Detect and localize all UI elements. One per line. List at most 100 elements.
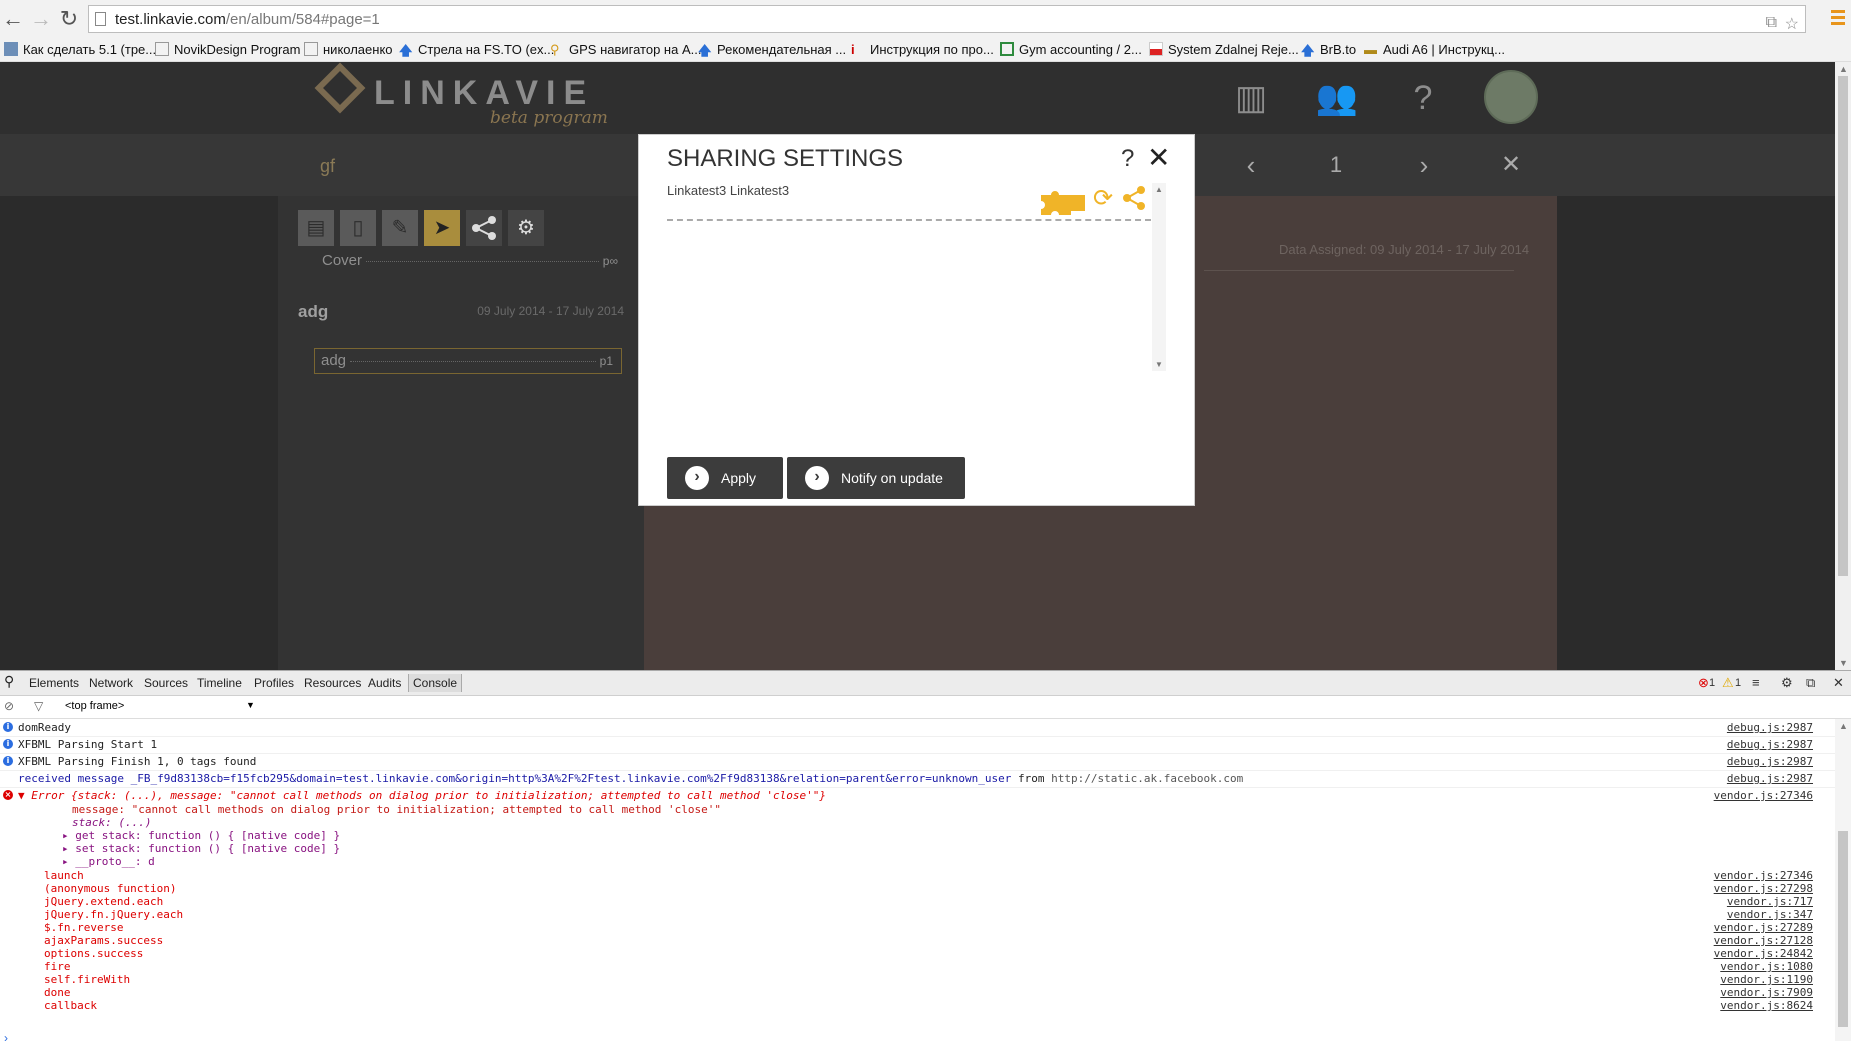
bookmark-item[interactable]: NovikDesign Program [155, 40, 300, 58]
bookmark-item[interactable]: Как сделать 5.1 (тре... [4, 40, 156, 58]
toc-cover-row[interactable]: Cover p∞ [322, 252, 618, 269]
notify-on-update-button[interactable]: › Notify on update [787, 457, 965, 499]
bookmark-item[interactable]: николаенко [304, 40, 393, 58]
frame-select[interactable]: <top frame> [65, 700, 124, 712]
clear-console-icon[interactable]: ⊘ [4, 699, 14, 713]
chevron-right-icon: › [685, 466, 709, 490]
trace-function: jQuery.fn.jQuery.each [44, 908, 184, 921]
error-row[interactable]: × ▼ Error {stack: (...), message: "canno… [0, 787, 1835, 802]
scroll-up-icon[interactable]: ▲ [1839, 721, 1848, 731]
tab-elements[interactable]: Elements [29, 676, 79, 690]
search-icon[interactable]: ⚲ [4, 673, 14, 690]
page-scrollbar[interactable]: ▲ ▼ [1835, 62, 1851, 670]
bookmark-item[interactable]: Gym accounting / 2... [1000, 40, 1142, 58]
trace-source-link[interactable]: vendor.js:8624 [1720, 999, 1813, 1012]
tab-resources[interactable]: Resources [304, 676, 361, 690]
forward-arrow-icon[interactable]: → [28, 6, 54, 32]
trace-source-link[interactable]: vendor.js:717 [1727, 895, 1813, 908]
bookmark-item[interactable]: 🡅 Рекомендательная ... [698, 40, 846, 59]
scroll-up-icon[interactable]: ▲ [1155, 185, 1163, 194]
trace-source-link[interactable]: vendor.js:27298 [1714, 882, 1813, 895]
set-stack-prop[interactable]: ▸ set stack: function () { [native code]… [62, 842, 340, 855]
prev-page-chevron-icon[interactable]: ‹ [1216, 140, 1286, 190]
log-source-link[interactable]: debug.js:2987 [1727, 755, 1813, 768]
bookmark-item[interactable]: 🡅 BrB.to [1301, 40, 1356, 59]
log-source-link[interactable]: vendor.js:27346 [1714, 789, 1813, 802]
share-tool-icon[interactable] [466, 210, 502, 246]
bookmark-item[interactable]: ⚲ GPS навигатор на A... [550, 40, 701, 58]
new-page-icon[interactable]: ▯ [340, 210, 376, 246]
trace-source-link[interactable]: vendor.js:27289 [1714, 921, 1813, 934]
trace-source-link[interactable]: vendor.js:1080 [1720, 960, 1813, 973]
tab-sources[interactable]: Sources [144, 676, 188, 690]
toc-section-title[interactable]: adg [298, 302, 328, 322]
scroll-down-icon[interactable]: ▼ [1155, 360, 1163, 369]
share-icon[interactable] [1121, 185, 1147, 211]
help-icon[interactable]: ? [1397, 72, 1449, 124]
drawer-icon[interactable]: ≡ [1752, 675, 1760, 690]
proto-prop[interactable]: ▸ __proto__: d [62, 855, 155, 868]
bookmark-item[interactable]: 🡅 Стрела на FS.TO (ex... [399, 40, 554, 59]
puzzle-icon[interactable] [1039, 187, 1087, 215]
gear-icon[interactable]: ⚙ [1781, 675, 1793, 691]
edit-icon[interactable]: ✎ [382, 210, 418, 246]
reload-icon[interactable]: ↻ [56, 6, 82, 32]
users-icon[interactable]: 👥 [1311, 72, 1363, 124]
bookmark-item[interactable]: i Инструкция по про... [851, 40, 994, 58]
trace-source-link[interactable]: vendor.js:7909 [1720, 986, 1813, 999]
filter-icon[interactable]: ▽ [34, 699, 43, 713]
close-icon[interactable]: ✕ [1147, 141, 1170, 174]
bookmark-item[interactable]: System Zdalnej Reje... [1149, 40, 1299, 58]
library-icon[interactable]: ▥ [1225, 72, 1277, 124]
tab-profiles[interactable]: Profiles [254, 676, 294, 690]
dialog-help-icon[interactable]: ? [1121, 145, 1134, 173]
dock-icon[interactable]: ⧉ [1806, 675, 1815, 691]
address-bar[interactable]: test.linkavie.com/en/album/584#page=1 ⧉ … [88, 5, 1806, 33]
error-icon: × [3, 790, 13, 800]
scrollbar-thumb[interactable] [1838, 76, 1848, 576]
close-icon[interactable]: ✕ [1833, 675, 1844, 691]
tab-console[interactable]: Console [408, 674, 463, 692]
next-page-chevron-icon[interactable]: › [1389, 140, 1459, 190]
trace-source-link[interactable]: vendor.js:27346 [1714, 869, 1813, 882]
menu-icon[interactable] [1831, 10, 1845, 28]
album-settings-icon[interactable]: ▤ [298, 210, 334, 246]
console-prompt[interactable]: › [4, 1031, 8, 1045]
toc-section-date: 09 July 2014 - 17 July 2014 [477, 304, 624, 318]
pointer-icon[interactable]: ➤ [424, 210, 460, 246]
scroll-up-icon[interactable]: ▲ [1839, 64, 1848, 74]
trace-source-link[interactable]: vendor.js:347 [1727, 908, 1813, 921]
scrollbar-thumb[interactable] [1838, 831, 1848, 1027]
gear-icon[interactable]: ⚙ [508, 210, 544, 246]
tab-audits[interactable]: Audits [368, 676, 401, 690]
back-arrow-icon[interactable]: ← [0, 6, 26, 32]
translate-icon[interactable]: ⧉ [1766, 14, 1777, 32]
tab-timeline[interactable]: Timeline [197, 676, 242, 690]
log-row: i domReady debug.js:2987 [0, 719, 1835, 737]
error-count-icon[interactable]: ⊗ [1698, 675, 1709, 691]
album-title[interactable]: gf [320, 156, 335, 177]
info-icon: i [3, 756, 13, 766]
trace-source-link[interactable]: vendor.js:24842 [1714, 947, 1813, 960]
avatar[interactable] [1484, 70, 1538, 124]
tab-network[interactable]: Network [89, 676, 133, 690]
star-icon[interactable]: ☆ [1785, 14, 1799, 34]
apply-button[interactable]: › Apply [667, 457, 783, 499]
get-stack-prop[interactable]: ▸ get stack: function () { [native code]… [62, 829, 340, 842]
dialog-scrollbar[interactable]: ▲ ▼ [1152, 183, 1166, 371]
error-count: 1 [1709, 677, 1716, 689]
toc-page-item[interactable]: adg p1 [314, 348, 622, 374]
warning-count-icon[interactable]: ⚠ [1722, 675, 1734, 691]
log-source-link[interactable]: debug.js:2987 [1727, 772, 1813, 785]
scroll-down-icon[interactable]: ▼ [1839, 658, 1848, 668]
chevron-down-icon[interactable]: ▼ [246, 700, 255, 710]
log-source-link[interactable]: debug.js:2987 [1727, 721, 1813, 734]
trace-source-link[interactable]: vendor.js:1190 [1720, 973, 1813, 986]
log-source-link[interactable]: debug.js:2987 [1727, 738, 1813, 751]
bookmark-item[interactable]: ▬ Audi A6 | Инструкц... [1364, 40, 1505, 58]
log-message: domReady [18, 721, 71, 734]
console-scrollbar[interactable]: ▲ [1835, 719, 1851, 1041]
trace-source-link[interactable]: vendor.js:27128 [1714, 934, 1813, 947]
sync-icon[interactable]: ⟳ [1093, 187, 1113, 211]
tools-icon[interactable]: ✕ [1476, 140, 1546, 190]
